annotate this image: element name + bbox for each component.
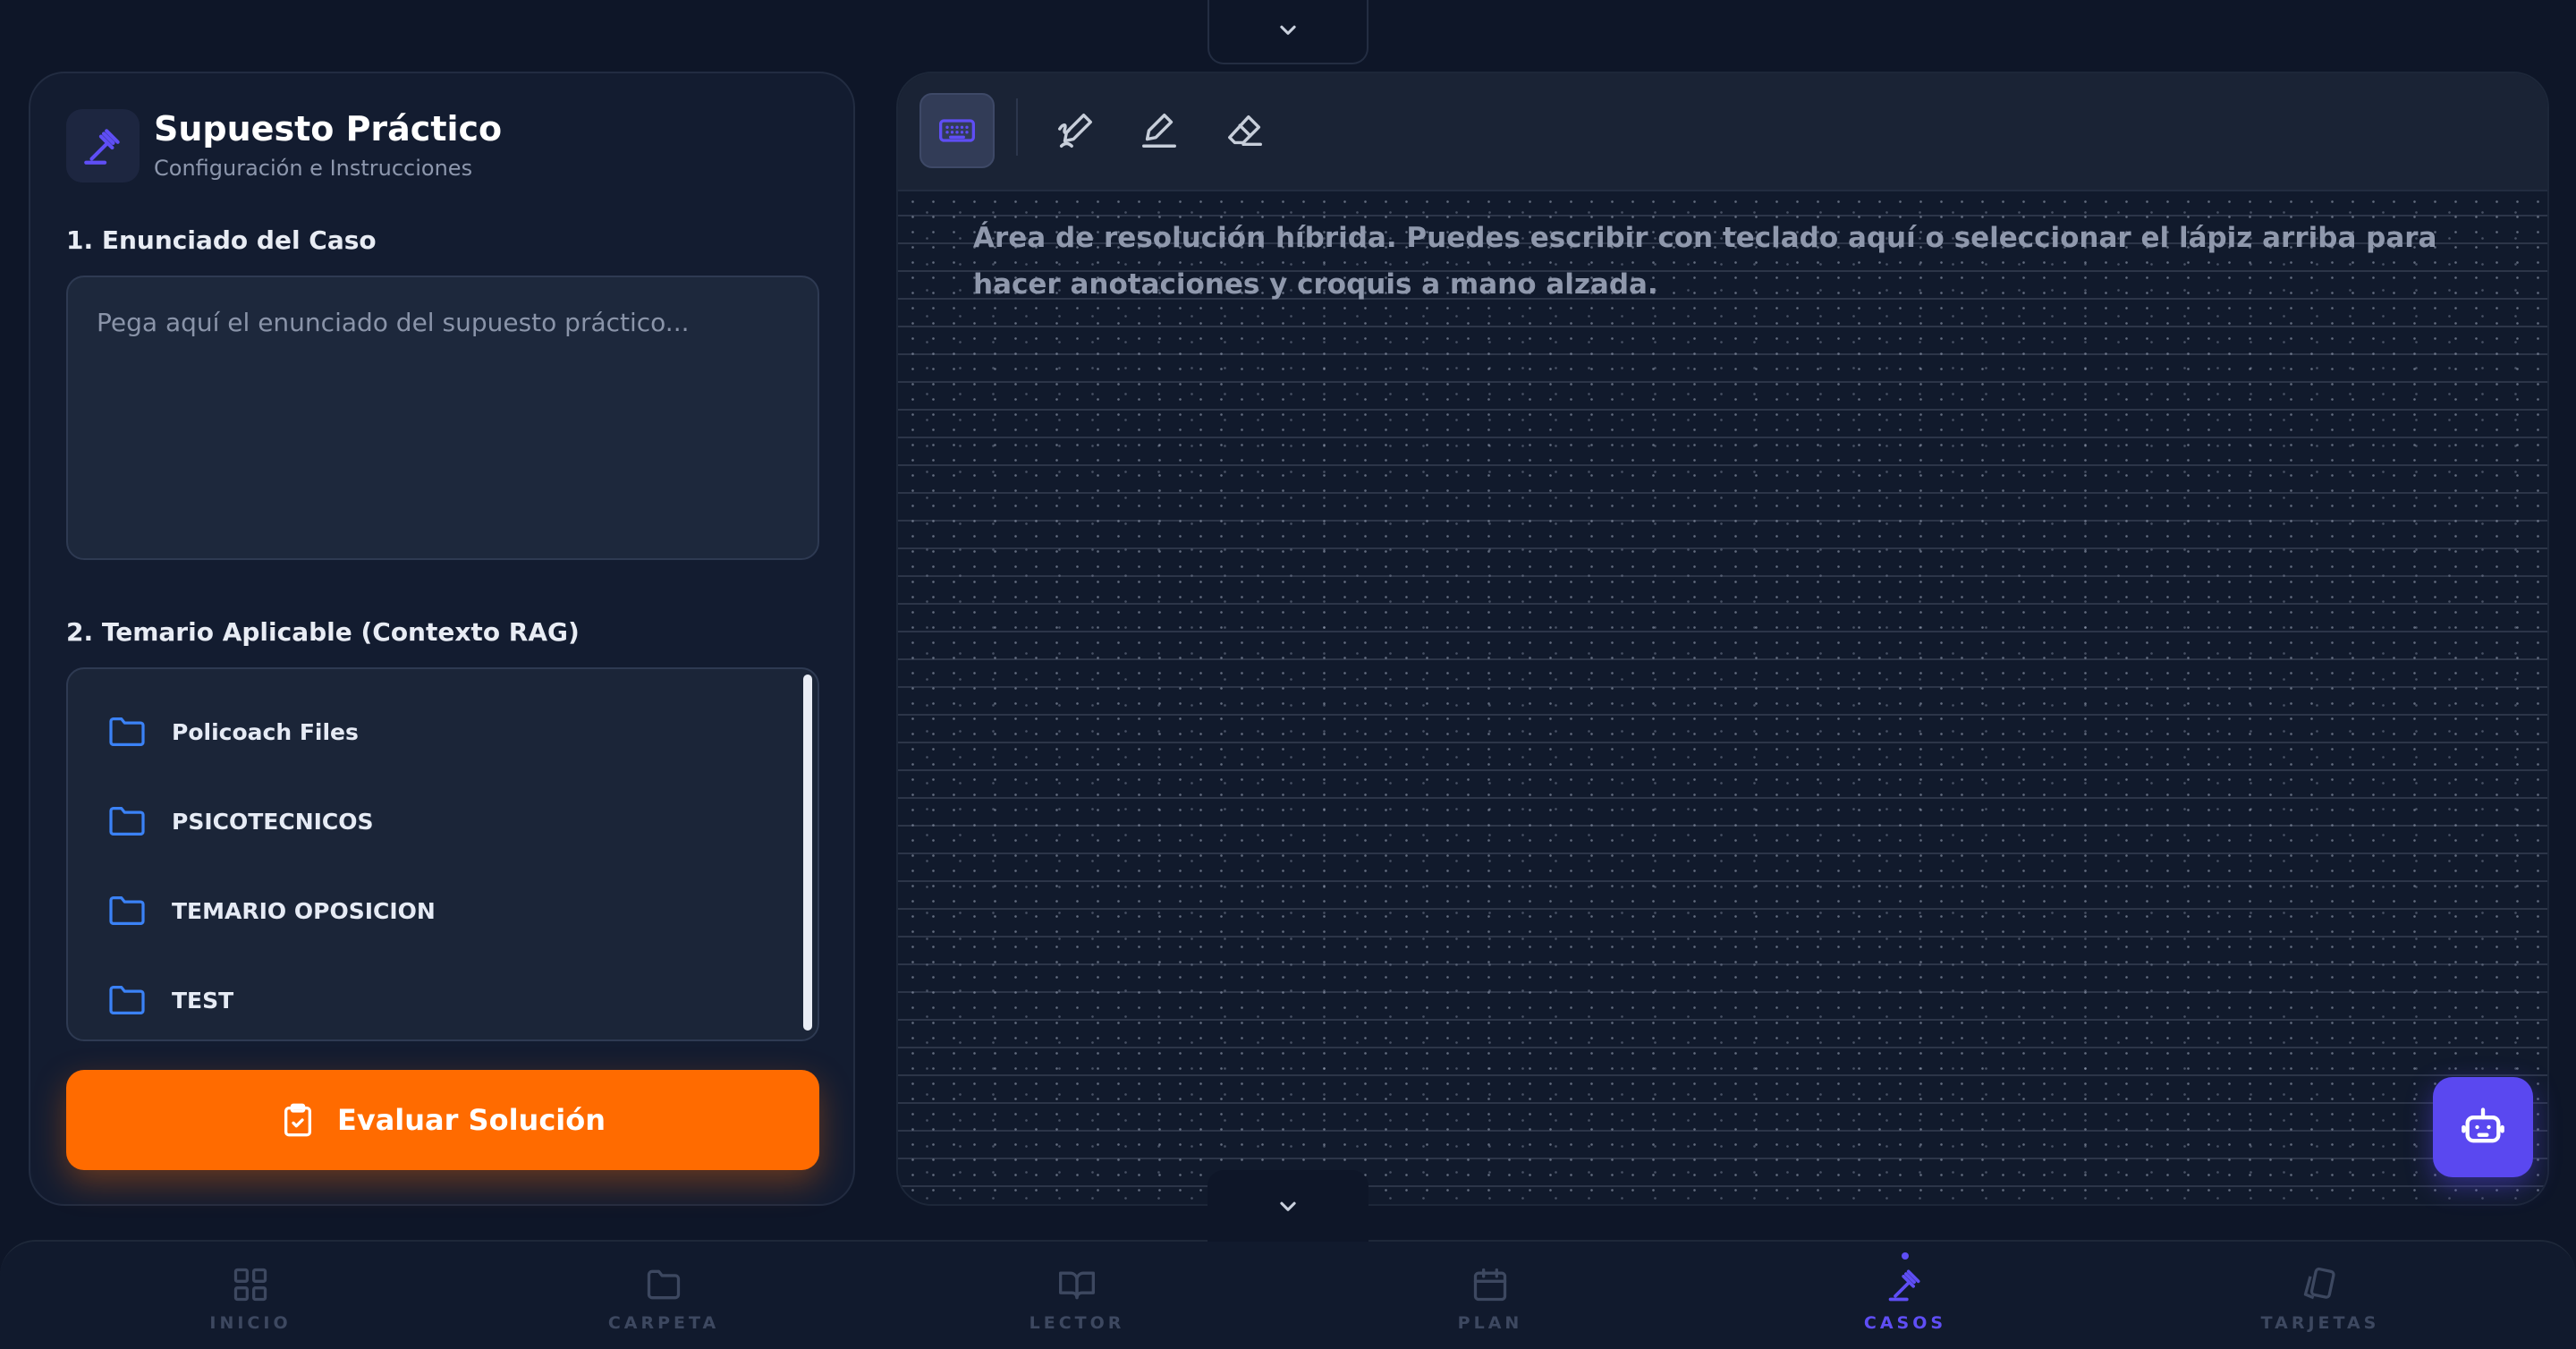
temario-folder-list[interactable]: Policoach Files PSICOTECNICOS TEMARIO OP… — [66, 667, 819, 1041]
section-temario-label: 2. Temario Aplicable (Contexto RAG) — [66, 617, 580, 647]
folder-item[interactable]: Policoach Files — [107, 714, 359, 750]
gavel-icon — [1888, 1269, 1920, 1302]
nav-label: TARJETAS — [2260, 1313, 2380, 1333]
eraser-tool-button[interactable] — [1208, 93, 1283, 168]
page-title: Supuesto Práctico — [154, 109, 503, 148]
bottom-navigation: INICIO CARPETA LECTOR PLAN CASOS TARJETA… — [0, 1240, 2576, 1349]
section-enunciado-label: 1. Enunciado del Caso — [66, 225, 377, 255]
folder-list-scrollbar[interactable] — [803, 674, 812, 1031]
folder-icon — [109, 717, 145, 747]
folder-name: TEMARIO OPOSICION — [172, 897, 436, 924]
pen-icon — [1142, 114, 1176, 148]
cards-icon — [2303, 1267, 2335, 1300]
nav-label: INICIO — [209, 1313, 292, 1333]
folder-item[interactable]: TEST — [107, 982, 233, 1018]
grid-icon — [233, 1268, 267, 1302]
handwriting-tool-button[interactable] — [1038, 93, 1113, 168]
robot-icon — [2462, 1107, 2504, 1143]
nav-item-inicio[interactable]: INICIO — [161, 1265, 340, 1333]
resolution-editor-panel: Área de resolución híbrida. Puedes escri… — [896, 72, 2549, 1206]
nav-label: CASOS — [1863, 1313, 1947, 1333]
folder-icon — [109, 895, 145, 926]
nav-label: LECTOR — [1029, 1313, 1125, 1333]
nav-item-plan[interactable]: PLAN — [1401, 1265, 1580, 1333]
nav-item-tarjetas[interactable]: TARJETAS — [2231, 1265, 2410, 1333]
clipboard-check-icon — [284, 1103, 311, 1137]
bottom-collapse-handle[interactable] — [1208, 1170, 1368, 1242]
enunciado-textarea[interactable]: Pega aquí el enunciado del supuesto prác… — [66, 276, 819, 560]
keyboard-tool-button[interactable] — [919, 93, 995, 168]
folder-icon — [109, 985, 145, 1015]
folder-name: Policoach Files — [172, 718, 359, 745]
calendar-icon — [1473, 1268, 1507, 1302]
editor-toolbar — [898, 73, 2547, 191]
keyboard-icon — [939, 119, 975, 142]
enunciado-placeholder: Pega aquí el enunciado del supuesto prác… — [97, 308, 690, 337]
eraser-icon — [1228, 115, 1262, 147]
toolbar-separator — [1016, 98, 1018, 156]
nav-label: CARPETA — [607, 1313, 720, 1333]
nav-item-carpeta[interactable]: CARPETA — [574, 1265, 753, 1333]
folder-item[interactable]: TEMARIO OPOSICION — [107, 893, 436, 929]
active-indicator-dot — [1902, 1252, 1909, 1260]
nav-item-casos[interactable]: CASOS — [1816, 1252, 1995, 1333]
folder-icon — [647, 1269, 681, 1300]
folder-icon — [109, 806, 145, 836]
top-collapse-handle[interactable] — [1208, 0, 1368, 64]
nav-label: PLAN — [1457, 1313, 1523, 1333]
chevron-down-icon — [1280, 1201, 1296, 1211]
gavel-icon — [66, 109, 140, 182]
pen-tool-button[interactable] — [1122, 93, 1197, 168]
case-config-panel: Supuesto Práctico Configuración e Instru… — [29, 72, 855, 1206]
page-subtitle: Configuración e Instrucciones — [154, 156, 473, 181]
ai-assistant-button[interactable] — [2433, 1077, 2533, 1177]
folder-name: TEST — [172, 987, 234, 1014]
drawing-canvas[interactable] — [898, 191, 2547, 1204]
evaluate-solution-button[interactable]: Evaluar Solución — [66, 1070, 819, 1170]
evaluate-solution-label: Evaluar Solución — [336, 1103, 606, 1137]
editor-placeholder: Área de resolución híbrida. Puedes escri… — [973, 222, 2437, 301]
pen-scribble-icon — [1058, 114, 1092, 148]
chevron-down-icon — [1280, 25, 1296, 35]
book-open-icon — [1059, 1271, 1095, 1300]
folder-name: PSICOTECNICOS — [172, 808, 374, 835]
folder-item[interactable]: PSICOTECNICOS — [107, 803, 374, 839]
nav-item-lector[interactable]: LECTOR — [987, 1265, 1166, 1333]
